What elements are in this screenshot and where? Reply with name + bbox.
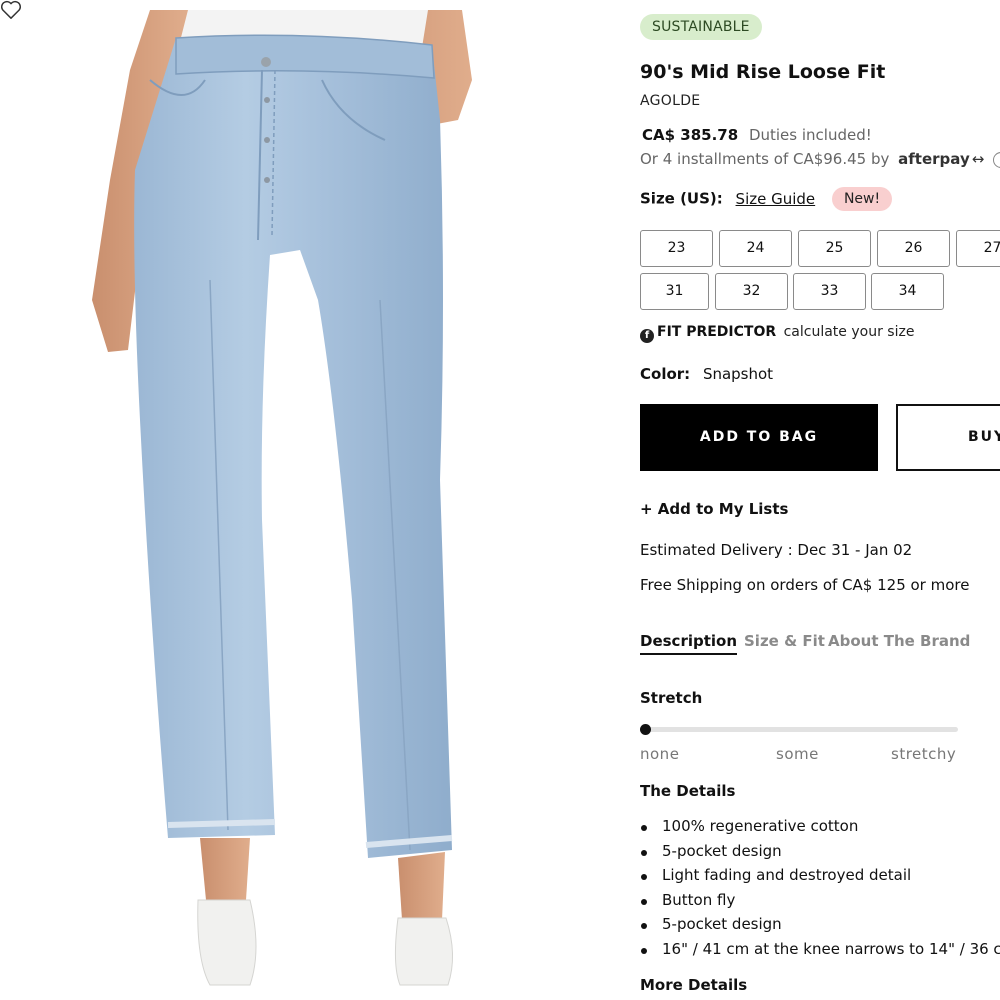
- stretch-label-stretchy: stretchy: [891, 745, 957, 763]
- fit-predictor-icon: f: [640, 329, 654, 343]
- new-badge: New!: [831, 187, 893, 211]
- fit-predictor-link[interactable]: calculate your size: [784, 324, 915, 340]
- size-option-23[interactable]: 23: [640, 230, 713, 267]
- product-title: 90's Mid Rise Loose Fit: [640, 61, 886, 83]
- size-guide-link[interactable]: Size Guide: [736, 190, 816, 208]
- product-image: [0, 0, 610, 1000]
- jeans-illustration: [92, 10, 472, 986]
- color-value: Snapshot: [702, 365, 774, 383]
- fit-predictor[interactable]: f FIT PREDICTOR calculate your size: [640, 324, 914, 343]
- color-row: Color: Snapshot: [640, 365, 773, 383]
- details-heading: The Details: [640, 782, 736, 800]
- tab-size-fit[interactable]: Size & Fit: [744, 632, 825, 650]
- estimated-delivery: Estimated Delivery : Dec 31 - Jan 02: [640, 541, 913, 559]
- fit-predictor-label: FIT PREDICTOR: [657, 324, 777, 340]
- add-to-bag-button[interactable]: ADD TO BAG: [640, 404, 878, 471]
- size-header: Size (US): Size Guide New!: [640, 187, 893, 211]
- list-item: 5-pocket design: [640, 915, 1000, 940]
- list-item: Light fading and destroyed detail: [640, 866, 1000, 891]
- add-to-lists-link[interactable]: + Add to My Lists: [640, 500, 788, 518]
- installments-text: Or 4 installments of CA$96.45 by: [640, 150, 890, 168]
- afterpay-arrows-icon: ↔: [971, 150, 985, 168]
- afterpay-logo: afterpay: [898, 150, 970, 168]
- more-details-heading[interactable]: More Details: [640, 976, 747, 994]
- size-option-34[interactable]: 34: [871, 273, 944, 310]
- details-list: 100% regenerative cotton 5-pocket design…: [640, 817, 1000, 965]
- size-option-27[interactable]: 27: [956, 230, 1000, 267]
- list-item: 5-pocket design: [640, 842, 1000, 867]
- price-row: CA$ 385.78 Duties included!: [642, 126, 872, 144]
- size-option-24[interactable]: 24: [719, 230, 792, 267]
- sustainable-badge: SUSTAINABLE: [640, 14, 762, 40]
- duties-note: Duties included!: [748, 126, 872, 144]
- size-label: Size (US):: [640, 189, 723, 208]
- list-item: 16" / 41 cm at the knee narrows to 14" /…: [640, 940, 1000, 965]
- installments-row: Or 4 installments of CA$96.45 by afterpa…: [640, 150, 1000, 168]
- stretch-indicator: [640, 724, 651, 735]
- size-option-31[interactable]: 31: [640, 273, 709, 310]
- list-item: 100% regenerative cotton: [640, 817, 1000, 842]
- size-option-33[interactable]: 33: [793, 273, 866, 310]
- size-option-32[interactable]: 32: [715, 273, 788, 310]
- product-details-panel: SUSTAINABLE 90's Mid Rise Loose Fit AGOL…: [640, 0, 1000, 1000]
- free-shipping-note: Free Shipping on orders of CA$ 125 or mo…: [640, 576, 970, 594]
- size-option-25[interactable]: 25: [798, 230, 871, 267]
- stretch-label-none: none: [640, 745, 680, 763]
- brand-name[interactable]: AGOLDE: [640, 93, 700, 109]
- stretch-label-some: some: [776, 745, 819, 763]
- buy-now-button[interactable]: BUY: [896, 404, 1000, 471]
- tab-description[interactable]: Description: [640, 632, 738, 655]
- stretch-scale-track: [640, 727, 958, 732]
- color-label: Color:: [640, 365, 691, 383]
- list-item: Button fly: [640, 891, 1000, 916]
- size-option-26[interactable]: 26: [877, 230, 950, 267]
- info-icon[interactable]: i: [993, 151, 1000, 168]
- heart-outline-icon[interactable]: [0, 0, 22, 20]
- stretch-heading: Stretch: [640, 689, 703, 707]
- tab-about-brand[interactable]: About The Brand: [828, 632, 970, 650]
- price: CA$ 385.78: [642, 126, 739, 144]
